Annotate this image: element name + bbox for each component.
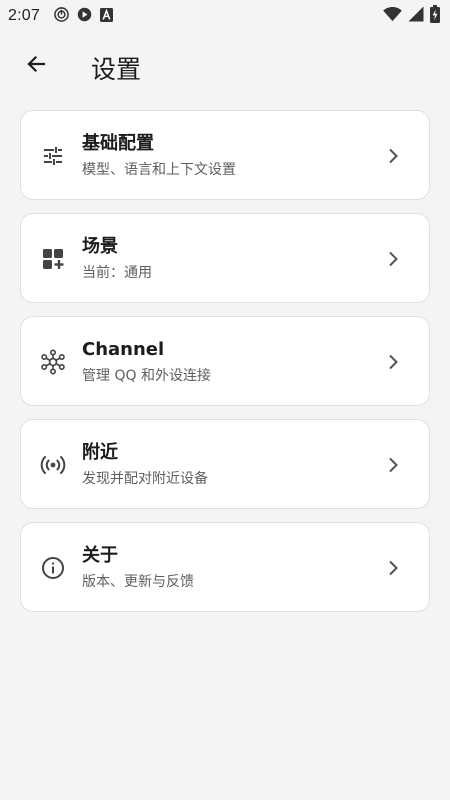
item-subtitle: 当前：通用 (82, 265, 152, 281)
back-button[interactable] (14, 44, 58, 88)
item-title: Channel (82, 339, 165, 360)
play-icon (77, 7, 92, 26)
item-title: 附近 (82, 442, 118, 463)
status-bar: 2:07 (0, 0, 450, 32)
settings-item-scene[interactable]: 场景 当前：通用 (20, 213, 430, 303)
chevron-right-icon (383, 146, 403, 166)
signal-icon (408, 6, 424, 26)
settings-item-channel[interactable]: Channel 管理 QQ 和外设连接 (20, 316, 430, 406)
settings-item-about[interactable]: 关于 版本、更新与反馈 (20, 522, 430, 612)
system-icons (383, 5, 440, 27)
item-title: 基础配置 (82, 133, 154, 154)
item-title: 关于 (82, 545, 118, 566)
info-circle-icon (40, 555, 66, 581)
chevron-right-icon (383, 558, 403, 578)
item-subtitle: 管理 QQ 和外设连接 (82, 368, 211, 384)
item-title: 场景 (82, 236, 118, 257)
item-subtitle: 发现并配对附近设备 (82, 471, 208, 487)
tune-sliders-icon (40, 143, 66, 169)
status-time: 2:07 (8, 7, 40, 24)
battery-charging-icon (430, 5, 440, 27)
item-text: Channel 管理 QQ 和外设连接 (82, 338, 211, 386)
chevron-right-icon (383, 455, 403, 475)
hub-network-icon (40, 349, 66, 375)
item-text: 场景 当前：通用 (82, 235, 152, 283)
item-subtitle: 版本、更新与反馈 (82, 574, 194, 590)
chevron-right-icon (383, 249, 403, 269)
widgets-add-icon (40, 246, 66, 272)
broadcast-icon (40, 452, 66, 478)
font-a-icon (99, 7, 113, 26)
settings-list: 基础配置 模型、语言和上下文设置 场景 当前：通用 Channel 管理 QQ … (20, 110, 430, 625)
item-text: 关于 版本、更新与反馈 (82, 544, 194, 592)
arrow-left-icon (24, 52, 48, 80)
page-title: 设置 (91, 55, 142, 84)
item-text: 基础配置 模型、语言和上下文设置 (82, 132, 236, 180)
vpn-key-icon (54, 6, 69, 26)
settings-item-basic-config[interactable]: 基础配置 模型、语言和上下文设置 (20, 110, 430, 200)
item-subtitle: 模型、语言和上下文设置 (82, 162, 236, 178)
settings-item-nearby[interactable]: 附近 发现并配对附近设备 (20, 419, 430, 509)
wifi-icon (383, 6, 402, 26)
chevron-right-icon (383, 352, 403, 372)
app-bar: 设置 (0, 32, 450, 102)
item-text: 附近 发现并配对附近设备 (82, 441, 208, 489)
notification-icons (54, 6, 113, 26)
